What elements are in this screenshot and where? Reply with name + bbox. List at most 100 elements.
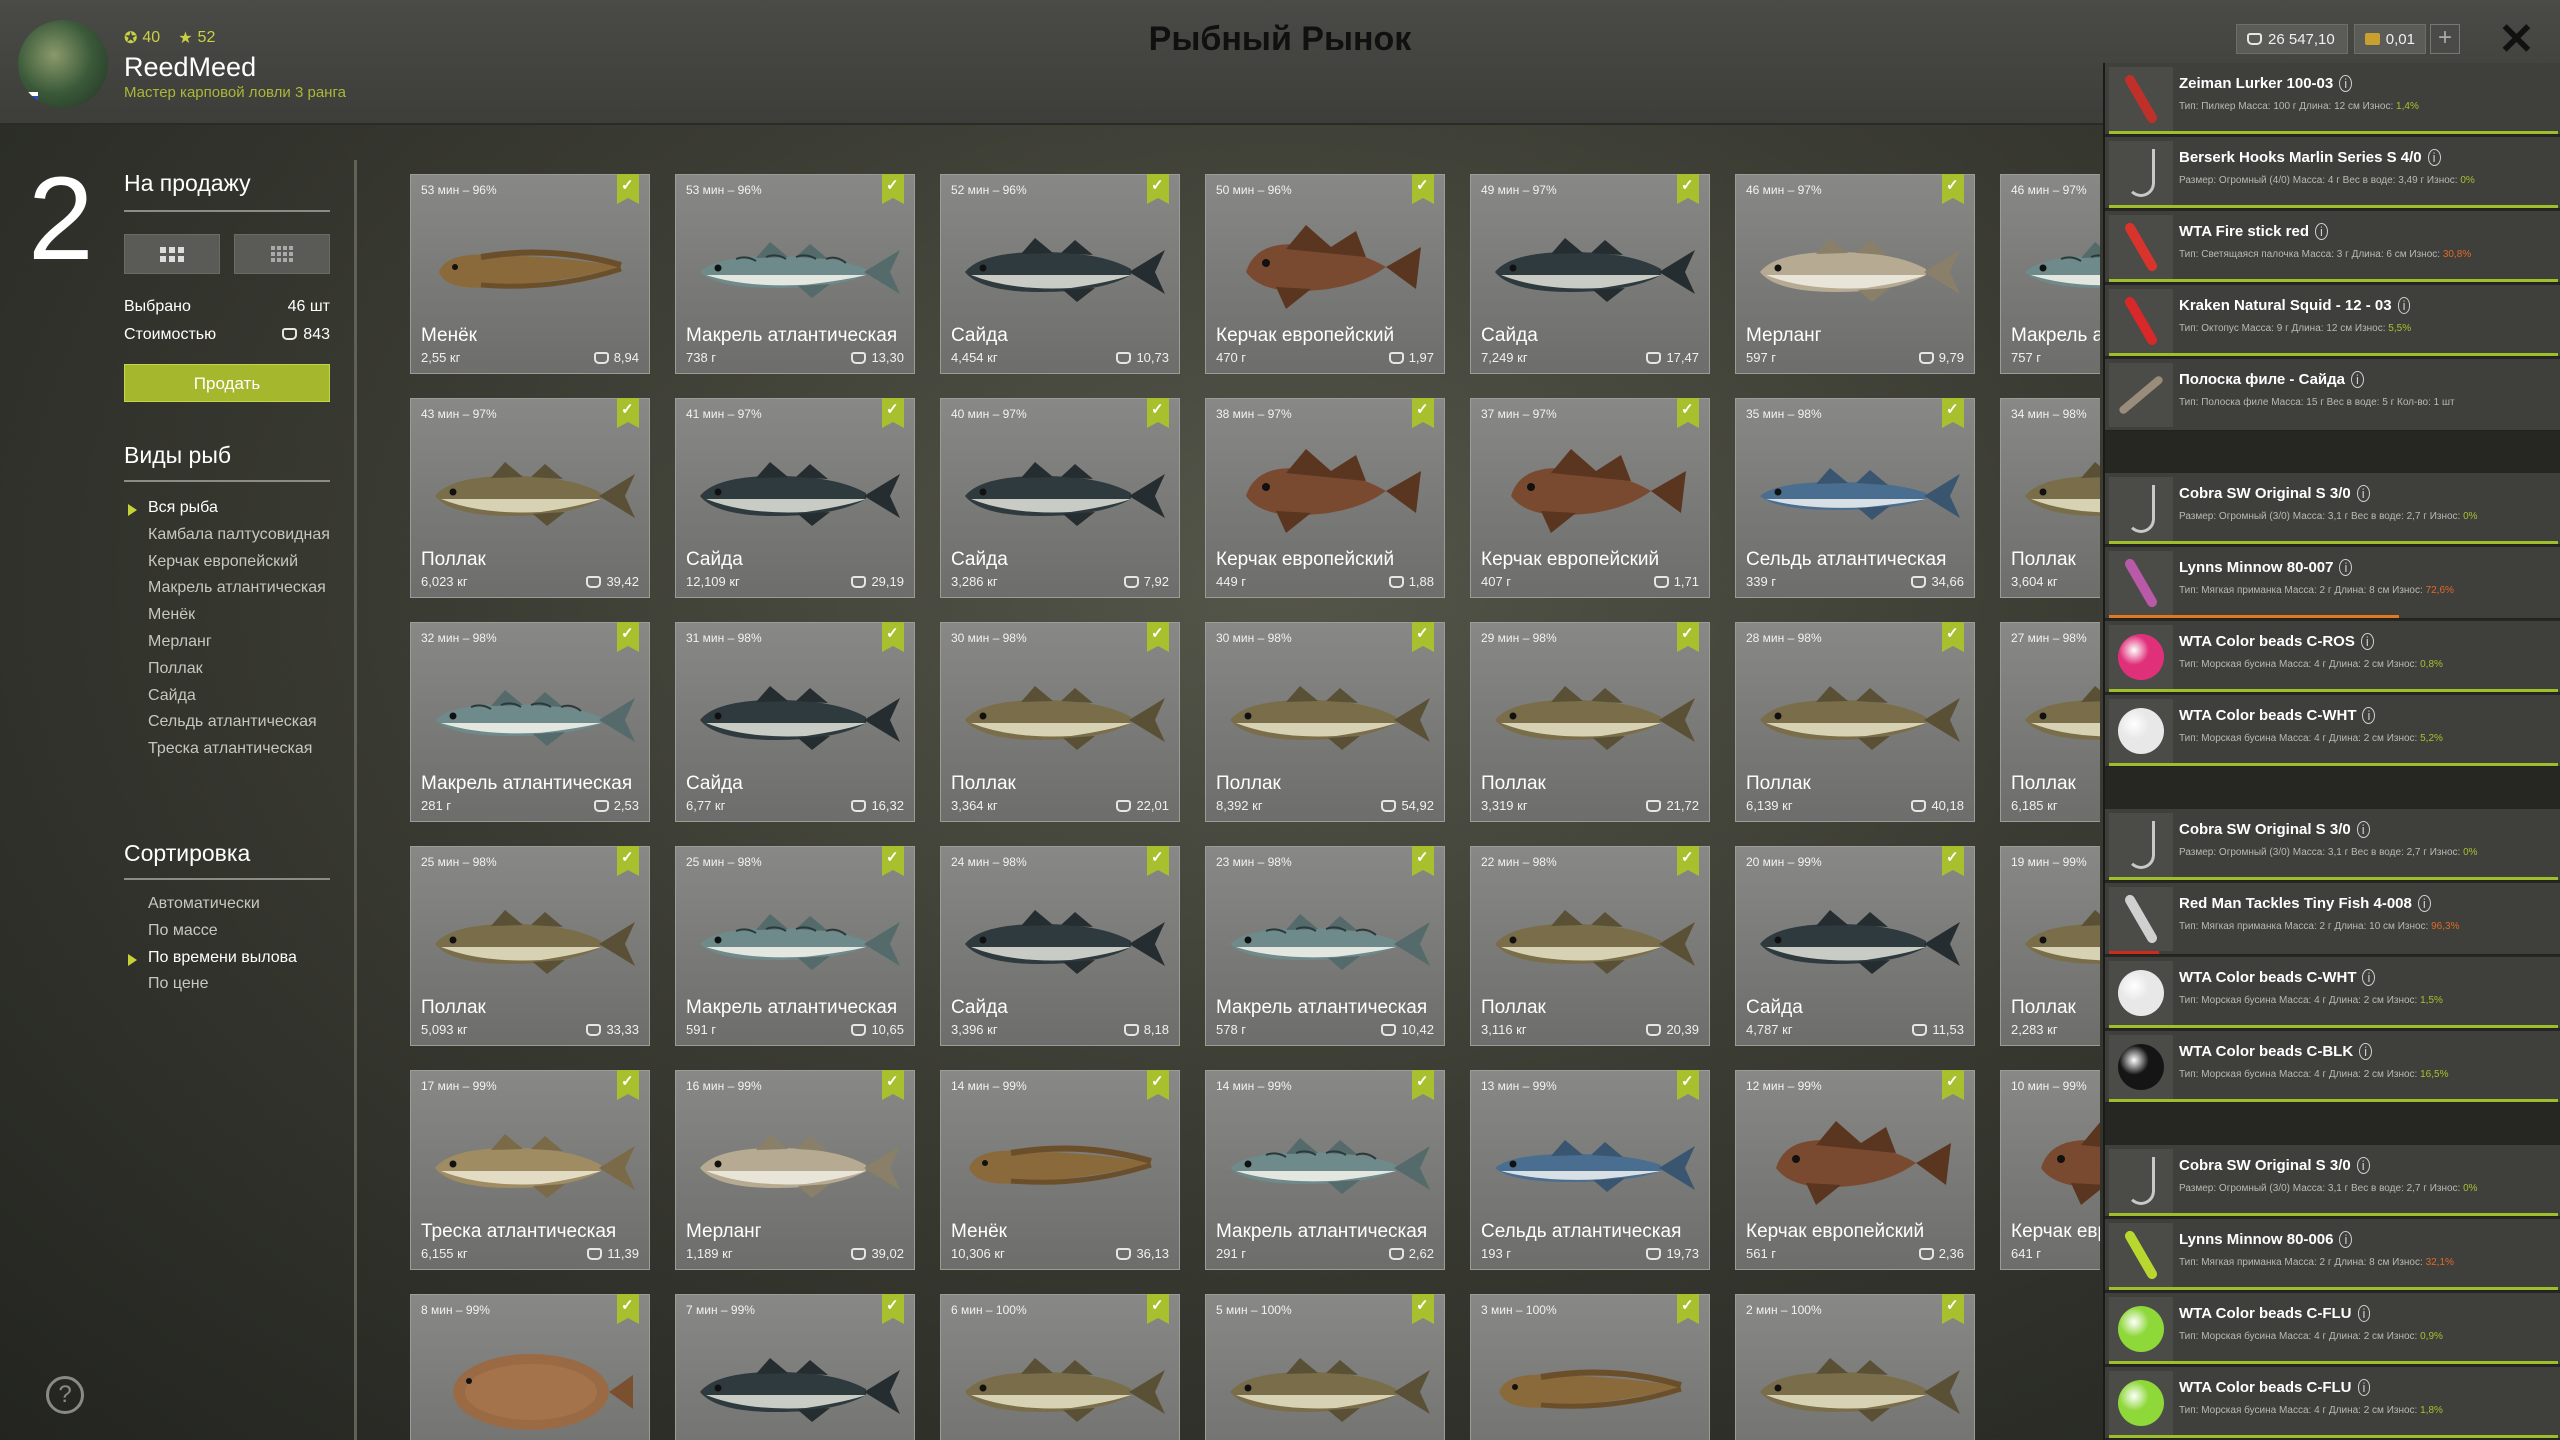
fish-card[interactable]: 30 мин – 98% Поллак 3,364 кг 22,01 [940,622,1180,822]
equipment-item[interactable]: Kraken Natural Squid - 12 - 03 i Тип: Окт… [2105,285,2560,357]
species-filter-item[interactable]: Мерланг [148,633,330,651]
selected-check-icon[interactable] [1412,1070,1434,1100]
fish-card[interactable]: 35 мин – 98% Сельдь атлантическая 339 г … [1735,398,1975,598]
fish-card[interactable]: 19 мин – 99% Поллак 2,283 кг [2000,846,2100,1046]
selected-check-icon[interactable] [1412,174,1434,204]
info-icon[interactable]: i [2360,633,2374,650]
fish-card[interactable]: 46 мин – 97% Макрель атлантическая 757 г [2000,174,2100,374]
info-icon[interactable]: i [2417,895,2431,912]
selected-check-icon[interactable] [1147,174,1169,204]
info-icon[interactable]: i [2356,485,2370,502]
equipment-item[interactable]: WTA Color beads C-FLU i Тип: Морская буси… [2105,1293,2560,1365]
species-filter-item[interactable]: Менёк [148,606,330,624]
selected-check-icon[interactable] [617,622,639,652]
selected-check-icon[interactable] [1147,1294,1169,1324]
info-icon[interactable]: i [2397,297,2411,314]
info-icon[interactable]: i [2339,559,2353,576]
fish-card[interactable]: 14 мин – 99% Менёк 10,306 кг 36,13 [940,1070,1180,1270]
selected-check-icon[interactable] [617,174,639,204]
equipment-item[interactable]: WTA Color beads C-BLK i Тип: Морская буси… [2105,1031,2560,1103]
selected-check-icon[interactable] [882,398,904,428]
selected-check-icon[interactable] [617,398,639,428]
equipment-item[interactable]: Lynns Minnow 80-006 i Тип: Мягкая приманк… [2105,1219,2560,1291]
close-button[interactable]: ✕ [2498,14,2535,65]
equipment-item[interactable]: Red Man Tackles Tiny Fish 4-008 i Тип: Мя… [2105,883,2560,955]
gold-counter[interactable]: 0,01 [2354,24,2426,54]
selected-check-icon[interactable] [1412,622,1434,652]
species-filter-item[interactable]: Треска атлантическая [148,740,330,758]
fish-card[interactable]: 27 мин – 98% Поллак 6,185 кг [2000,622,2100,822]
fish-card[interactable]: 29 мин – 98% Поллак 3,319 кг 21,72 [1470,622,1710,822]
fish-card[interactable]: 41 мин – 97% Сайда 12,109 кг 29,19 [675,398,915,598]
fish-card[interactable]: 38 мин – 97% Керчак европейский 449 г 1,… [1205,398,1445,598]
money-counter[interactable]: 26 547,10 [2236,24,2348,54]
fish-card[interactable]: 37 мин – 97% Керчак европейский 407 г 1,… [1470,398,1710,598]
fish-card[interactable]: 49 мин – 97% Сайда 7,249 кг 17,47 [1470,174,1710,374]
species-filter-item[interactable]: Макрель атлантическая [148,580,330,597]
fish-card[interactable]: 25 мин – 98% Поллак 5,093 кг 33,33 [410,846,650,1046]
equipment-item[interactable]: Zeiman Lurker 100-03 i Тип: Пилкер Масса:… [2105,63,2560,135]
selected-check-icon[interactable] [1412,846,1434,876]
equipment-item[interactable]: Lynns Minnow 80-007 i Тип: Мягкая приманк… [2105,547,2560,619]
fish-card[interactable]: 46 мин – 97% Мерланг 597 г 9,79 [1735,174,1975,374]
fish-card[interactable]: 30 мин – 98% Поллак 8,392 кг 54,92 [1205,622,1445,822]
equipment-item[interactable]: WTA Color beads C-WHT i Тип: Морская буси… [2105,695,2560,767]
selected-check-icon[interactable] [882,622,904,652]
selected-check-icon[interactable] [882,1070,904,1100]
fish-card[interactable]: 34 мин – 98% Поллак 3,604 кг [2000,398,2100,598]
selected-check-icon[interactable] [1677,174,1699,204]
selected-check-icon[interactable] [1942,1294,1964,1324]
species-filter-item[interactable]: Поллак [148,660,330,678]
fish-card[interactable]: 24 мин – 98% Сайда 3,396 кг 8,18 [940,846,1180,1046]
species-filter-item[interactable]: Вся рыба [128,499,330,517]
fish-card[interactable]: 40 мин – 97% Сайда 3,286 кг 7,92 [940,398,1180,598]
info-icon[interactable]: i [2339,1231,2353,1248]
equipment-item[interactable]: Cobra SW Original S 3/0 i Размер: Огромны… [2105,473,2560,545]
info-icon[interactable]: i [2359,1043,2373,1060]
species-filter-item[interactable]: Камбала палтусовидная [148,526,330,544]
help-button[interactable]: ? [46,1376,84,1414]
selected-check-icon[interactable] [1147,398,1169,428]
info-icon[interactable]: i [2351,371,2364,388]
sort-option-item[interactable]: По цене [148,976,297,993]
fish-card[interactable]: 22 мин – 98% Поллак 3,116 кг 20,39 [1470,846,1710,1046]
fish-card[interactable]: 3 мин – 100% [1470,1294,1710,1440]
selected-check-icon[interactable] [1147,1070,1169,1100]
selected-check-icon[interactable] [1942,174,1964,204]
view-large-grid-button[interactable] [124,234,220,274]
fish-card[interactable]: 7 мин – 99% [675,1294,915,1440]
view-small-grid-button[interactable] [234,234,330,274]
fish-card[interactable]: 13 мин – 99% Сельдь атлантическая 193 г … [1470,1070,1710,1270]
selected-check-icon[interactable] [882,1294,904,1324]
fish-card[interactable]: 50 мин – 96% Керчак европейский 470 г 1,… [1205,174,1445,374]
info-icon[interactable]: i [2357,1305,2371,1322]
fish-card[interactable]: 43 мин – 97% Поллак 6,023 кг 39,42 [410,398,650,598]
fish-card[interactable]: 31 мин – 98% Сайда 6,77 кг 16,32 [675,622,915,822]
add-gold-button[interactable]: + [2430,24,2460,54]
selected-check-icon[interactable] [1942,846,1964,876]
selected-check-icon[interactable] [1677,1294,1699,1324]
fish-card[interactable]: 5 мин – 100% [1205,1294,1445,1440]
selected-check-icon[interactable] [1147,846,1169,876]
equipment-item[interactable]: Cobra SW Original S 3/0 i Размер: Огромны… [2105,809,2560,881]
fish-card[interactable]: 28 мин – 98% Поллак 6,139 кг 40,18 [1735,622,1975,822]
species-filter-item[interactable]: Сайда [148,687,330,705]
sell-button[interactable]: Продать [124,364,330,402]
fish-card[interactable]: 6 мин – 100% [940,1294,1180,1440]
fish-card[interactable]: 32 мин – 98% Макрель атлантическая 281 г… [410,622,650,822]
selected-check-icon[interactable] [617,1070,639,1100]
fish-card[interactable]: 8 мин – 99% [410,1294,650,1440]
fish-card[interactable]: 17 мин – 99% Треска атлантическая 6,155 … [410,1070,650,1270]
fish-card[interactable]: 12 мин – 99% Керчак европейский 561 г 2,… [1735,1070,1975,1270]
selected-check-icon[interactable] [617,1294,639,1324]
selected-check-icon[interactable] [1677,846,1699,876]
selected-check-icon[interactable] [882,174,904,204]
species-filter-item[interactable]: Керчак европейский [148,553,330,571]
selected-check-icon[interactable] [1942,398,1964,428]
sort-option-item[interactable]: Автоматически [148,895,297,913]
info-icon[interactable]: i [2356,1157,2370,1174]
info-icon[interactable]: i [2362,969,2376,986]
selected-check-icon[interactable] [1677,622,1699,652]
info-icon[interactable]: i [2339,75,2353,92]
info-icon[interactable]: i [2356,821,2370,838]
